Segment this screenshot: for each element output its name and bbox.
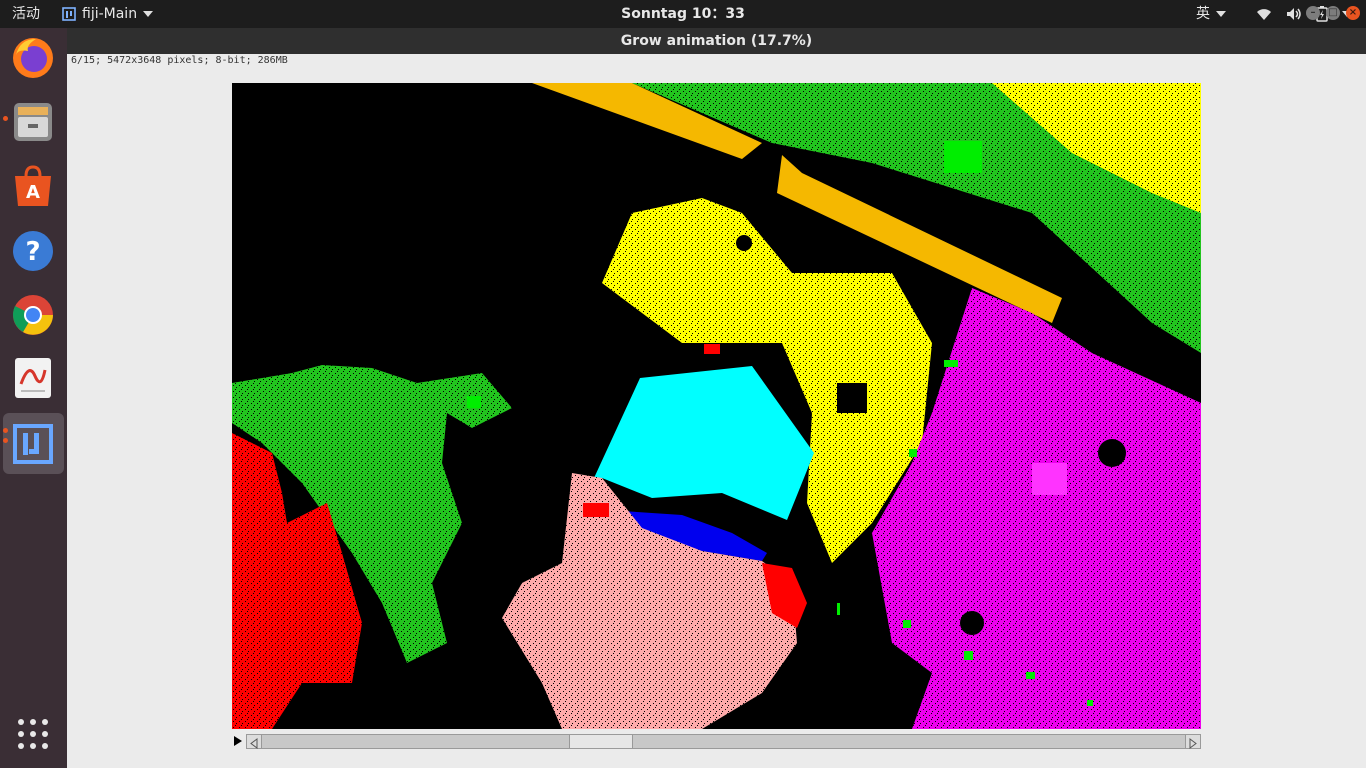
- image-info-text: 6/15; 5472x3648 pixels; 8-bit; 286MB: [71, 55, 288, 66]
- top-bar: 活动 fiji-Main Sonntag 10：33 英: [0, 0, 1366, 28]
- fiji-icon[interactable]: [10, 421, 56, 467]
- clock[interactable]: Sonntag 10：33: [0, 0, 1366, 28]
- chevron-down-icon: [1216, 11, 1226, 17]
- firefox-icon[interactable]: [10, 35, 56, 81]
- svg-text:?: ?: [25, 237, 40, 267]
- files-running-indicator: [3, 116, 8, 121]
- files-icon[interactable]: [10, 99, 56, 145]
- fiji-running-indicator-2: [3, 438, 8, 443]
- chevron-right-icon: [1189, 738, 1197, 749]
- region-cyan: [594, 366, 814, 520]
- region-pink: [502, 473, 797, 729]
- help-icon[interactable]: ?: [10, 228, 56, 274]
- slice-scrollbar[interactable]: [246, 734, 1201, 749]
- show-apps-icon[interactable]: [10, 711, 56, 757]
- clock-label: Sonntag 10：33: [621, 6, 745, 22]
- document-viewer-icon[interactable]: [10, 355, 56, 401]
- wifi-icon: [1257, 9, 1271, 20]
- input-method-label: 英: [1196, 6, 1210, 22]
- volume-icon: [1287, 8, 1301, 20]
- scroll-right-button[interactable]: [1185, 735, 1200, 749]
- fiji-running-indicator: [3, 428, 8, 433]
- svg-text:A: A: [26, 182, 40, 203]
- segmentation-image: [232, 83, 1201, 729]
- close-button[interactable]: ×: [1346, 6, 1360, 20]
- slice-scrollbar-thumb[interactable]: [569, 735, 634, 748]
- chevron-left-icon: [250, 738, 258, 749]
- window-titlebar[interactable]: Grow animation (17.7%): [67, 28, 1366, 54]
- dock: A ?: [0, 28, 67, 768]
- software-center-icon[interactable]: A: [10, 163, 56, 209]
- window-title: Grow animation (17.7%): [620, 33, 813, 49]
- play-animation-button[interactable]: [232, 734, 244, 748]
- minimize-button[interactable]: –: [1306, 6, 1320, 20]
- scroll-left-button[interactable]: [247, 735, 262, 749]
- chrome-icon[interactable]: [10, 292, 56, 338]
- image-canvas[interactable]: [232, 83, 1201, 729]
- input-method-menu[interactable]: 英: [1196, 0, 1226, 28]
- maximize-button[interactable]: □: [1326, 6, 1340, 20]
